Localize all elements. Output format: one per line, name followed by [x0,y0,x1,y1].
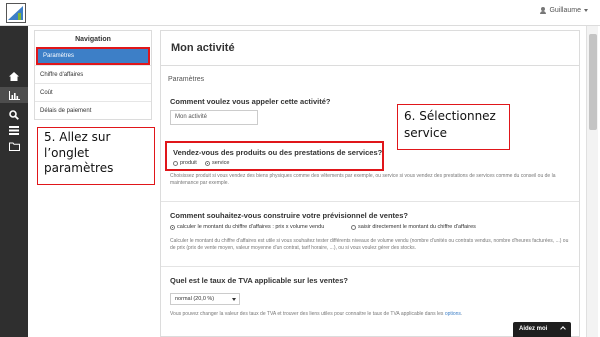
radio-calculer[interactable]: calculer le montant du chiffre d'affaire… [170,224,324,230]
navigation-panel: Navigation Paramètres Chiffre d'affaires… [34,30,152,120]
callout-step-6: 6. Sélectionnez service [397,104,510,150]
radio-calculer-circle[interactable] [170,224,175,230]
section-divider [161,266,579,267]
nav-item-chiffre-affaires[interactable]: Chiffre d'affaires [35,65,151,83]
user-name: Guillaume [549,7,581,14]
forecast-method-question: Comment souhaitez-vous construire votre … [170,211,408,220]
home-icon[interactable] [6,70,22,83]
vat-help: Vous pouvez changer la valeur des taux d… [170,311,575,318]
vat-help-text: Vous pouvez changer la valeur des taux d… [170,311,444,317]
radio-saisir-label: saisir directement le montant du chiffre… [358,224,476,230]
main-panel: Mon activité Paramètres Comment voulez v… [160,30,580,337]
highlight-box-service [165,141,384,171]
options-link[interactable]: options [445,311,461,317]
list-icon[interactable] [6,124,22,137]
section-divider [161,201,579,202]
help-widget-label: Aidez moi [519,326,548,332]
top-bar: Guillaume [0,0,600,26]
nav-item-parametres[interactable]: Paramètres [36,47,150,65]
chevron-up-icon [560,326,566,332]
scrollbar-thumb[interactable] [589,34,597,130]
nav-item-delais-paiement[interactable]: Délais de paiement [35,101,151,119]
forecast-method-help: Calculer le montant du chiffre d'affaire… [170,238,569,251]
chart-icon[interactable] [0,87,28,103]
vat-help-suffix: . [460,311,463,317]
navigation-title: Navigation [75,36,111,43]
vat-question: Quel est le taux de TVA applicable sur l… [170,276,348,285]
caret-down-icon [232,298,236,301]
activity-name-question: Comment voulez vous appeler cette activi… [170,97,331,106]
user-icon [540,7,547,14]
caret-down-icon [584,9,588,12]
product-service-help: Choisissez produit si vous vendez des bi… [170,173,556,186]
title-divider [161,65,579,66]
radio-saisir[interactable]: saisir directement le montant du chiffre… [351,224,476,230]
callout-step-5: 5. Allez sur l’onglet paramètres [37,127,155,185]
activity-name-input[interactable]: Mon activité [170,110,258,125]
user-menu[interactable]: Guillaume [540,7,588,14]
vat-select-value: normal (20,0 %) [175,296,215,302]
radio-calculer-label: calculer le montant du chiffre d'affaire… [177,224,325,230]
page-title: Mon activité [171,42,235,54]
left-icon-bar [0,26,28,337]
radio-saisir-circle[interactable] [351,224,356,230]
app-logo[interactable] [6,3,26,23]
nav-item-cout[interactable]: Coût [35,83,151,101]
search-icon[interactable] [6,108,22,121]
help-widget[interactable]: Aidez moi [513,322,571,337]
section-label: Paramètres [168,76,205,83]
folder-icon[interactable] [6,140,22,153]
vat-select[interactable]: normal (20,0 %) [170,293,240,305]
scrollbar[interactable] [586,26,598,337]
